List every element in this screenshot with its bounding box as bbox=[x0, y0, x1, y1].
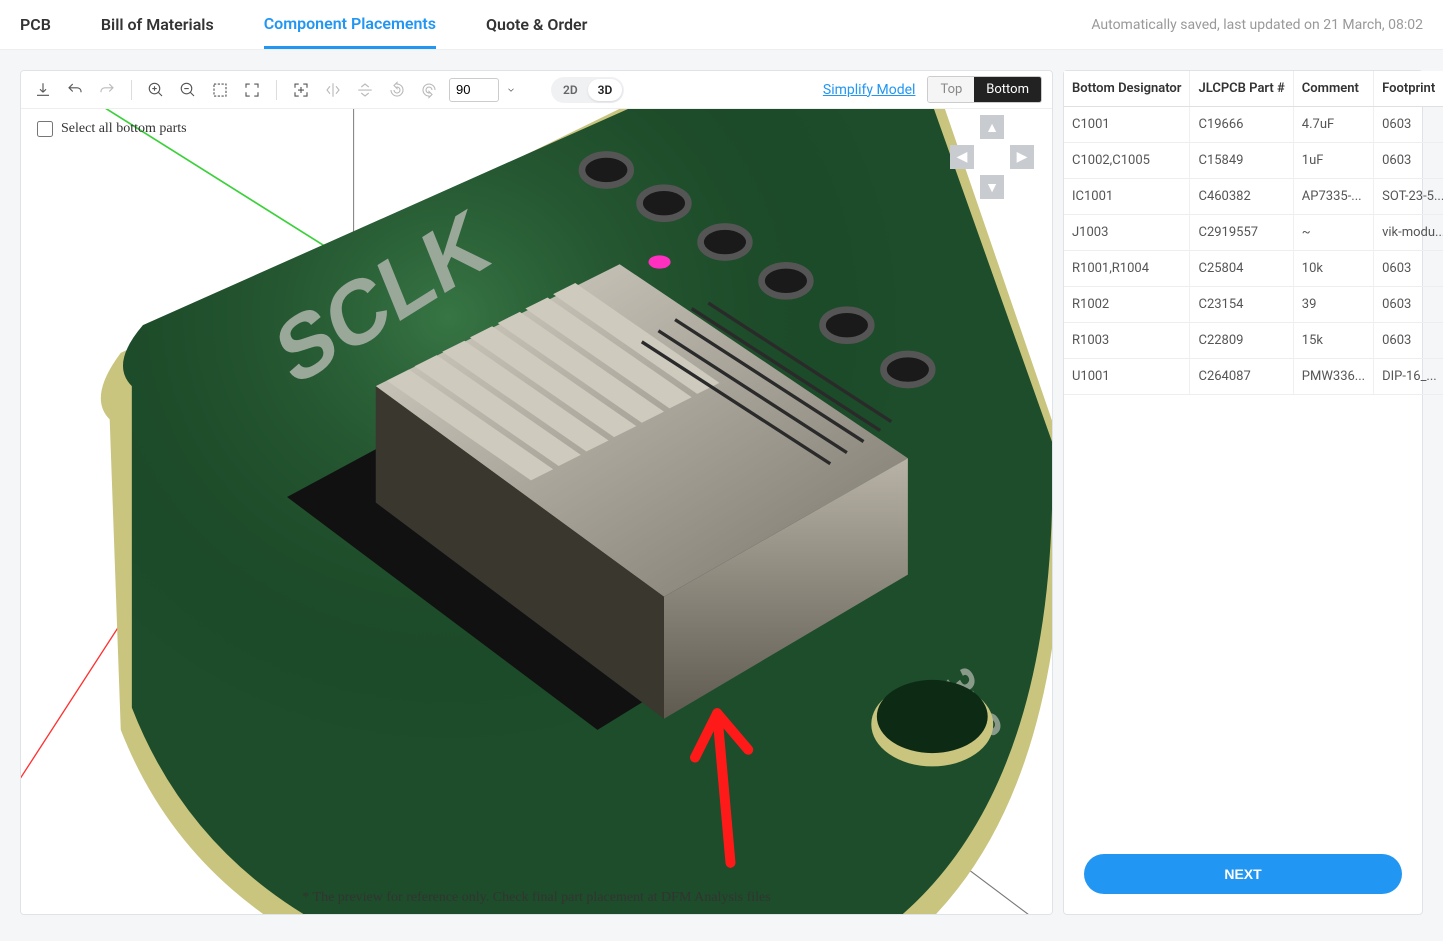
view-3d[interactable]: 3D bbox=[588, 79, 623, 101]
table-cell: C1001 bbox=[1064, 107, 1190, 143]
pcb-3d-render: SCLK 3v3 bbox=[21, 109, 1052, 914]
table-cell: 0603 bbox=[1374, 107, 1443, 143]
zoom-selection-icon[interactable] bbox=[208, 78, 232, 102]
table-cell: vik-modu... bbox=[1374, 215, 1443, 251]
view-mode-toggle: 2D 3D bbox=[551, 77, 624, 103]
rotation-input[interactable] bbox=[449, 78, 499, 102]
zoom-fit-icon[interactable] bbox=[240, 78, 264, 102]
table-cell: C22809 bbox=[1190, 323, 1293, 359]
table-cell: 0603 bbox=[1374, 143, 1443, 179]
tabs-nav: PCB Bill of Materials Component Placemen… bbox=[20, 0, 1091, 49]
th-comment[interactable]: Comment bbox=[1293, 71, 1373, 107]
table-cell: ~ bbox=[1293, 215, 1373, 251]
table-row[interactable]: U1001C264087PMW336...DIP-16_... bbox=[1064, 359, 1443, 395]
tab-bom[interactable]: Bill of Materials bbox=[101, 2, 214, 47]
tab-placements[interactable]: Component Placements bbox=[264, 1, 436, 49]
table-row[interactable]: R1003C2280915k0603 bbox=[1064, 323, 1443, 359]
component-table: Bottom Designator JLCPCB Part # Comment … bbox=[1064, 71, 1443, 395]
align-icon[interactable] bbox=[289, 78, 313, 102]
table-row[interactable]: R1002C23154390603 bbox=[1064, 287, 1443, 323]
table-row[interactable]: J1003C2919557~vik-modu... bbox=[1064, 215, 1443, 251]
undo-icon[interactable] bbox=[63, 78, 87, 102]
th-part[interactable]: JLCPCB Part # bbox=[1190, 71, 1293, 107]
table-cell: R1002 bbox=[1064, 287, 1190, 323]
view-2d[interactable]: 2D bbox=[553, 79, 588, 101]
side-top[interactable]: Top bbox=[928, 77, 974, 102]
table-row[interactable]: R1001,R1004C2580410k0603 bbox=[1064, 251, 1443, 287]
viewer-footnote: * The preview for reference only. Check … bbox=[21, 890, 1052, 906]
table-cell: R1003 bbox=[1064, 323, 1190, 359]
nav-up-icon[interactable]: ▲ bbox=[980, 115, 1004, 139]
table-cell: 15k bbox=[1293, 323, 1373, 359]
table-cell: J1003 bbox=[1064, 215, 1190, 251]
th-footprint[interactable]: Footprint bbox=[1374, 71, 1443, 107]
divider bbox=[131, 80, 132, 100]
table-cell: C264087 bbox=[1190, 359, 1293, 395]
table-cell: 0603 bbox=[1374, 251, 1443, 287]
save-status: Automatically saved, last updated on 21 … bbox=[1091, 17, 1423, 33]
table-cell: SOT-23-5... bbox=[1374, 179, 1443, 215]
table-cell: 39 bbox=[1293, 287, 1373, 323]
table-cell: 10k bbox=[1293, 251, 1373, 287]
zoom-in-icon[interactable] bbox=[144, 78, 168, 102]
side-bottom[interactable]: Bottom bbox=[974, 77, 1041, 102]
nav-arrows: ▲ ◀ ▶ ▼ bbox=[950, 115, 1034, 199]
viewer-toolbar: 2D 3D Simplify Model Top Bottom bbox=[21, 71, 1052, 109]
tab-bar: PCB Bill of Materials Component Placemen… bbox=[0, 0, 1443, 50]
next-button[interactable]: NEXT bbox=[1084, 854, 1402, 894]
table-cell: C460382 bbox=[1190, 179, 1293, 215]
zoom-out-icon[interactable] bbox=[176, 78, 200, 102]
side-toggle: Top Bottom bbox=[927, 76, 1042, 103]
flip-v-icon[interactable] bbox=[353, 78, 377, 102]
rotation-dropdown-icon[interactable] bbox=[499, 78, 523, 102]
table-cell: R1001,R1004 bbox=[1064, 251, 1190, 287]
select-all-parts[interactable]: Select all bottom parts bbox=[37, 121, 187, 137]
table-row[interactable]: C1002,C1005C158491uF0603 bbox=[1064, 143, 1443, 179]
table-cell: PMW336... bbox=[1293, 359, 1373, 395]
th-designator[interactable]: Bottom Designator bbox=[1064, 71, 1190, 107]
redo-icon[interactable] bbox=[95, 78, 119, 102]
nav-right-icon[interactable]: ▶ bbox=[1010, 145, 1034, 169]
divider bbox=[276, 80, 277, 100]
table-cell: C19666 bbox=[1190, 107, 1293, 143]
nav-left-icon[interactable]: ◀ bbox=[950, 145, 974, 169]
rotate-right-icon[interactable] bbox=[417, 78, 441, 102]
table-cell: DIP-16_... bbox=[1374, 359, 1443, 395]
select-all-label: Select all bottom parts bbox=[61, 121, 187, 137]
tab-quote[interactable]: Quote & Order bbox=[486, 2, 587, 47]
viewer-3d-canvas[interactable]: Select all bottom parts ▲ ◀ ▶ ▼ bbox=[21, 109, 1052, 914]
component-data-panel: Bottom Designator JLCPCB Part # Comment … bbox=[1063, 70, 1423, 915]
table-cell: 1uF bbox=[1293, 143, 1373, 179]
table-cell: 0603 bbox=[1374, 287, 1443, 323]
rotate-left-icon[interactable] bbox=[385, 78, 409, 102]
table-cell: C2919557 bbox=[1190, 215, 1293, 251]
select-all-checkbox[interactable] bbox=[37, 121, 53, 137]
table-cell: 0603 bbox=[1374, 323, 1443, 359]
viewer-panel: 2D 3D Simplify Model Top Bottom Select a… bbox=[20, 70, 1053, 915]
table-cell: IC1001 bbox=[1064, 179, 1190, 215]
table-row[interactable]: C1001C196664.7uF0603 bbox=[1064, 107, 1443, 143]
simplify-model-link[interactable]: Simplify Model bbox=[823, 82, 916, 98]
table-cell: C23154 bbox=[1190, 287, 1293, 323]
table-cell: C25804 bbox=[1190, 251, 1293, 287]
flip-h-icon[interactable] bbox=[321, 78, 345, 102]
download-icon[interactable] bbox=[31, 78, 55, 102]
tab-pcb[interactable]: PCB bbox=[20, 2, 51, 47]
table-cell: U1001 bbox=[1064, 359, 1190, 395]
nav-down-icon[interactable]: ▼ bbox=[980, 175, 1004, 199]
table-row[interactable]: IC1001C460382AP7335-...SOT-23-5... bbox=[1064, 179, 1443, 215]
table-cell: C15849 bbox=[1190, 143, 1293, 179]
table-cell: AP7335-... bbox=[1293, 179, 1373, 215]
table-cell: 4.7uF bbox=[1293, 107, 1373, 143]
table-cell: C1002,C1005 bbox=[1064, 143, 1190, 179]
